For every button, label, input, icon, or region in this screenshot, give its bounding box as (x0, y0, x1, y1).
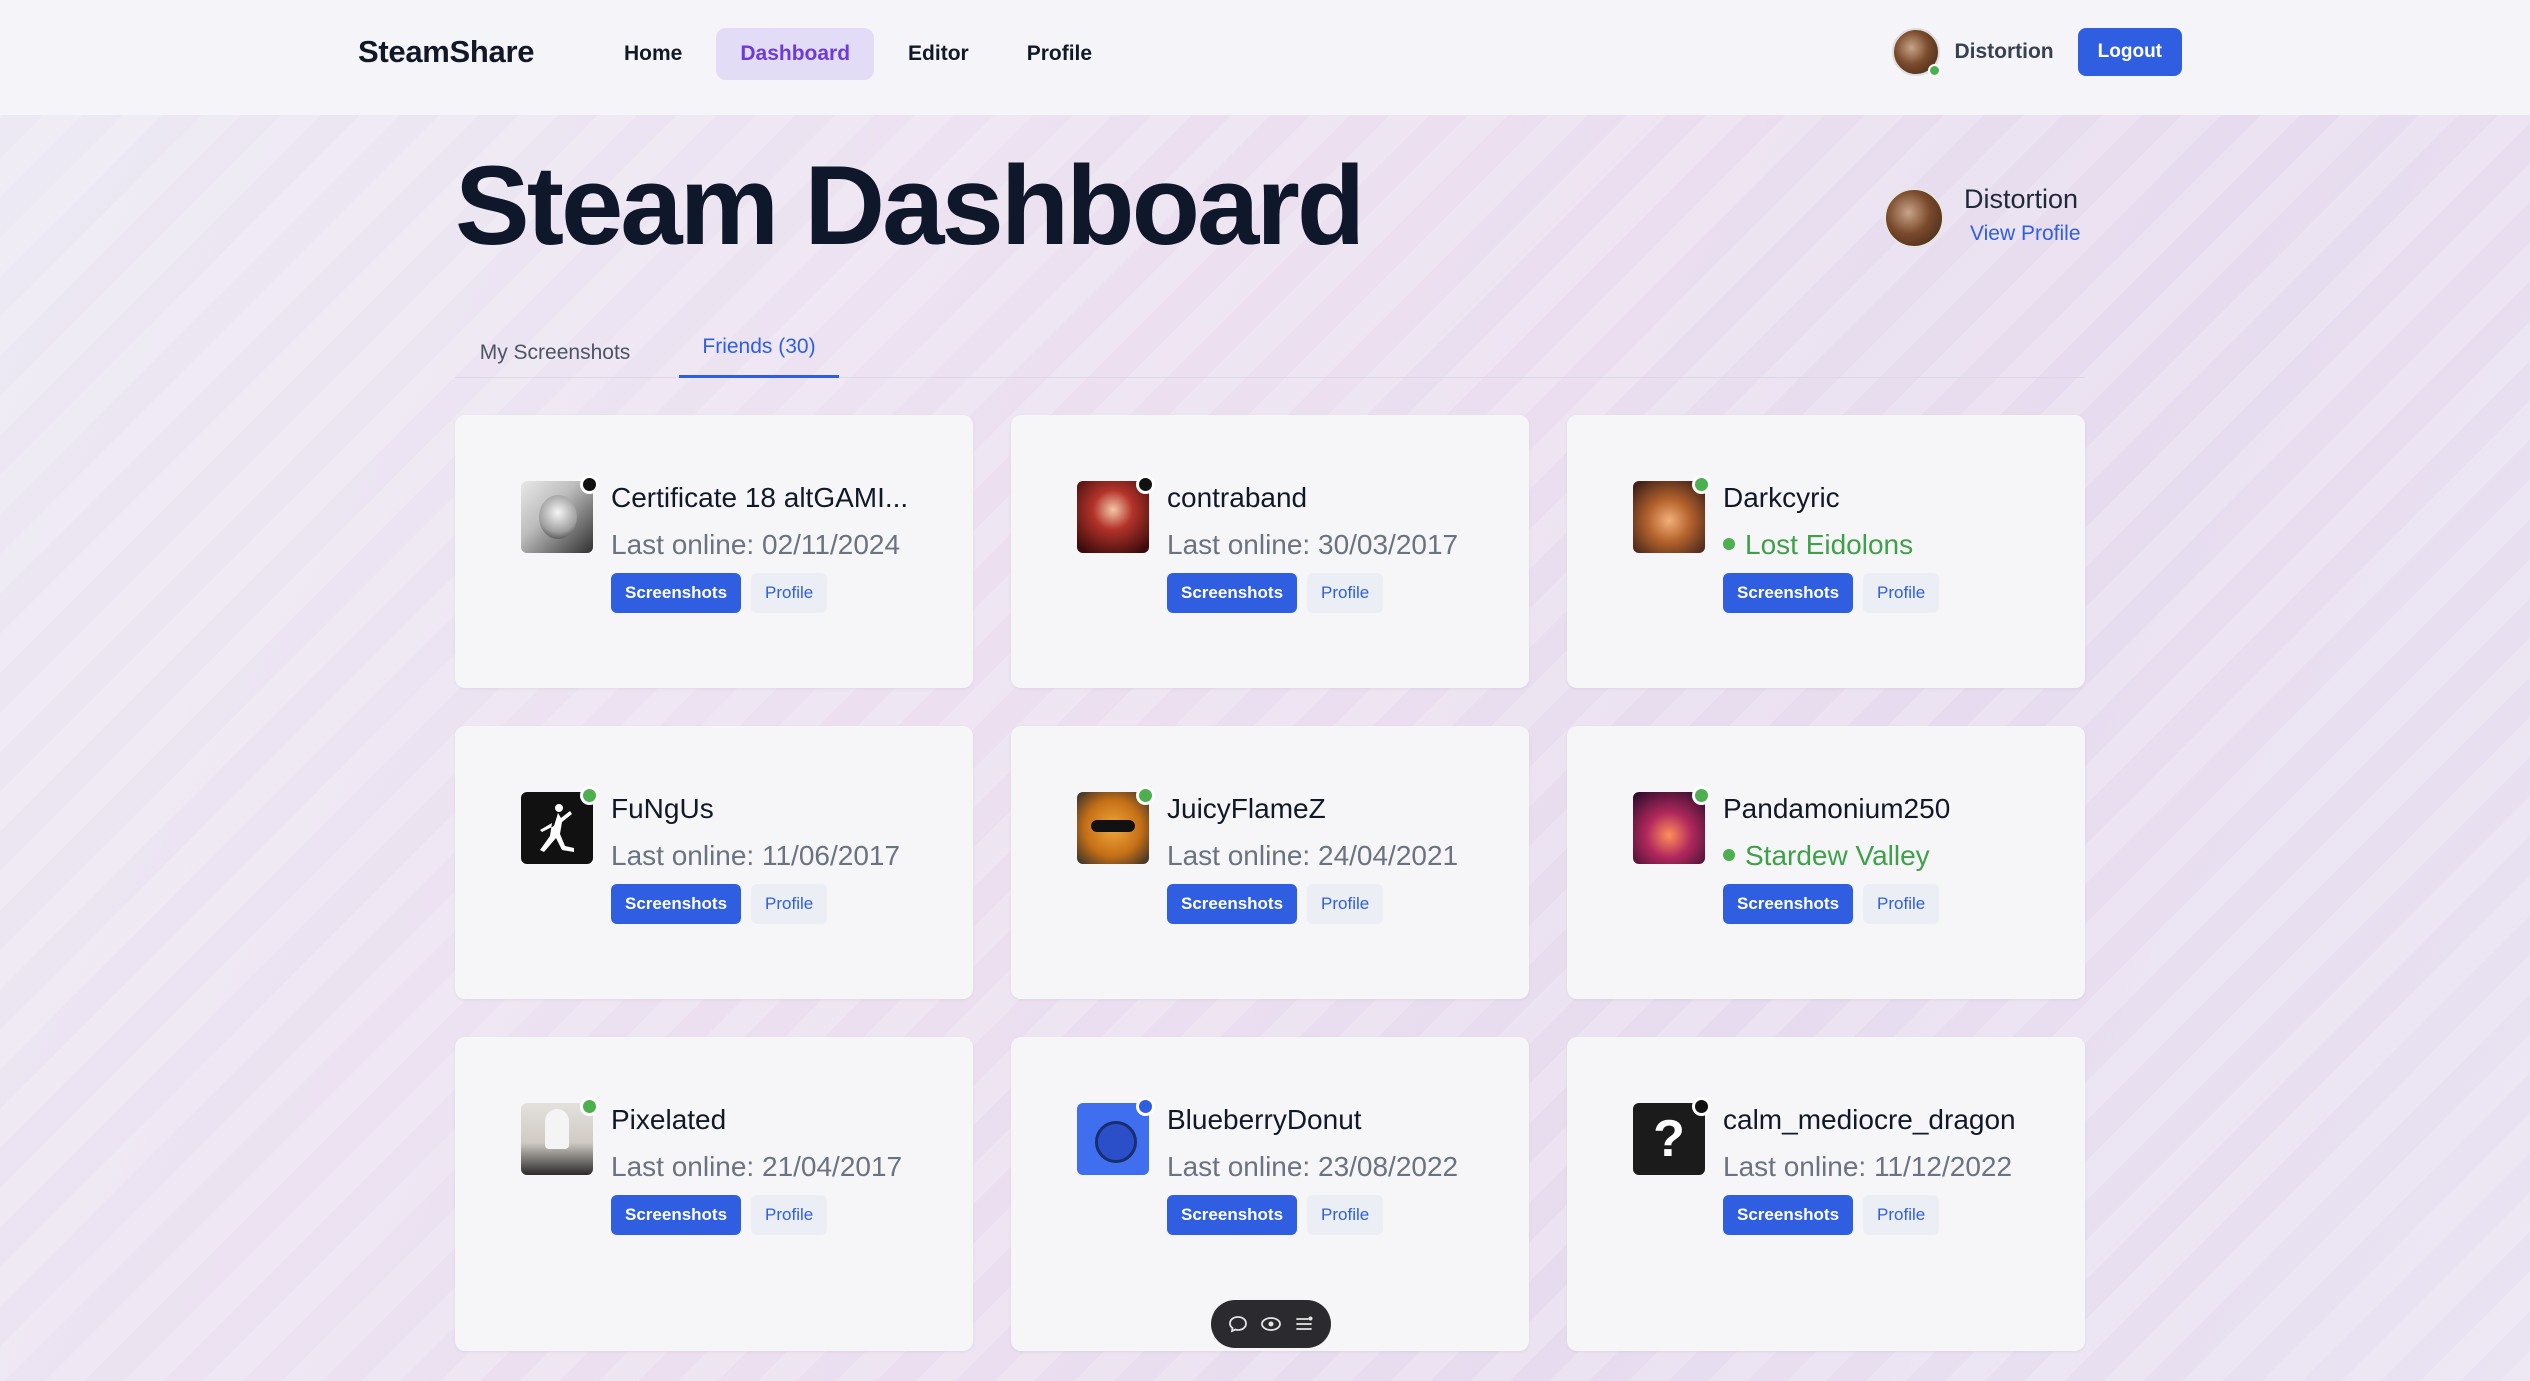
profile-summary: Distortion View Profile (1884, 182, 2081, 248)
tab-friends[interactable]: Friends (30) (679, 323, 839, 378)
screenshots-button[interactable]: Screenshots (611, 884, 742, 924)
friend-name: Pixelated (611, 1104, 727, 1135)
friend-last-online: Last online: 24/04/2021 (1167, 840, 1459, 871)
screenshots-button[interactable]: Screenshots (1723, 573, 1854, 613)
avatar: ? (1633, 1103, 1705, 1175)
profile-button[interactable]: Profile (751, 1195, 828, 1235)
screenshots-button[interactable]: Screenshots (1723, 884, 1854, 924)
profile-button[interactable]: Profile (1863, 1195, 1940, 1235)
friend-avatar[interactable] (1077, 475, 1155, 553)
friend-card: Darkcyric Lost Eidolons Screenshots Prof… (1567, 415, 2085, 688)
friend-card: FuNgUs Last online: 11/06/2017 Screensho… (455, 726, 973, 999)
avatar (1077, 481, 1149, 553)
avatar (1633, 481, 1705, 553)
friend-avatar[interactable] (521, 475, 599, 553)
profile-button[interactable]: Profile (1863, 573, 1940, 613)
avatar (1633, 792, 1705, 864)
dashboard-tabs: My Screenshots Friends (30) (455, 323, 2085, 378)
friend-avatar[interactable] (1077, 1097, 1155, 1175)
friend-name: Certificate 18 altGAMI... (611, 482, 909, 513)
offline-status-dot (1692, 1097, 1711, 1116)
friend-avatar[interactable] (1633, 475, 1711, 553)
friend-last-online: Last online: 11/12/2022 (1723, 1151, 2013, 1182)
avatar (1077, 792, 1149, 864)
friend-card: Certificate 18 altGAMI... Last online: 0… (455, 415, 973, 688)
brand-logo[interactable]: SteamShare (358, 34, 535, 70)
profile-avatar[interactable] (1884, 188, 1944, 248)
offline-status-dot (1136, 475, 1155, 494)
friend-card: Pandamonium250 Stardew Valley Screenshot… (1567, 726, 2085, 999)
friend-avatar[interactable]: ? (1633, 1097, 1711, 1175)
online-status-dot (580, 1097, 599, 1116)
friend-name: Pandamonium250 (1723, 793, 1951, 824)
jumpman-icon (540, 804, 574, 852)
profile-button[interactable]: Profile (751, 884, 828, 924)
profile-button[interactable]: Profile (751, 573, 828, 613)
profile-button[interactable]: Profile (1307, 1195, 1384, 1235)
eye-icon[interactable] (1258, 1311, 1284, 1337)
friend-last-online: Last online: 30/03/2017 (1167, 529, 1459, 560)
screenshots-button[interactable]: Screenshots (1167, 573, 1298, 613)
avatar (521, 481, 593, 553)
friend-last-online: Last online: 02/11/2024 (611, 529, 901, 560)
profile-button[interactable]: Profile (1863, 884, 1940, 924)
status-dot (1136, 1097, 1155, 1116)
avatar (1077, 1103, 1149, 1175)
nav-user-area: Distortion Logout (1892, 28, 2182, 77)
nav-link-home[interactable]: Home (600, 28, 706, 80)
profile-name: Distortion (1964, 184, 2079, 214)
nav-link-profile[interactable]: Profile (1003, 28, 1116, 80)
friend-card: JuicyFlameZ Last online: 24/04/2021 Scre… (1011, 726, 1529, 999)
nav-avatar[interactable] (1892, 28, 1942, 77)
question-mark-icon: ? (1653, 1110, 1685, 1168)
top-navbar: SteamShare Home Dashboard Editor Profile… (0, 0, 2530, 115)
menu-lines-icon[interactable] (1291, 1311, 1317, 1337)
friend-name: contraband (1167, 482, 1308, 513)
nav-link-editor[interactable]: Editor (884, 28, 993, 80)
screenshots-button[interactable]: Screenshots (611, 1195, 742, 1235)
online-status-dot (1928, 64, 1942, 77)
page-title: Steam Dashboard (455, 143, 1365, 268)
tab-my-screenshots[interactable]: My Screenshots (455, 323, 655, 378)
friend-last-online: Last online: 23/08/2022 (1167, 1151, 1459, 1182)
online-status-dot (1692, 475, 1711, 494)
screenshots-button[interactable]: Screenshots (1723, 1195, 1854, 1235)
screenshots-button[interactable]: Screenshots (1167, 884, 1298, 924)
nav-links: Home Dashboard Editor Profile (600, 28, 1116, 80)
friend-card: Pixelated Last online: 21/04/2017 Screen… (455, 1037, 973, 1351)
friend-name: FuNgUs (611, 793, 714, 824)
logout-button[interactable]: Logout (2077, 28, 2182, 76)
online-status-dot (1692, 786, 1711, 805)
avatar (521, 1103, 593, 1175)
online-status-dot (1136, 786, 1155, 805)
nav-username: Distortion (1954, 40, 2054, 63)
friend-card: contraband Last online: 30/03/2017 Scree… (1011, 415, 1529, 688)
chat-bubble-icon[interactable] (1225, 1311, 1251, 1337)
friend-name: calm_mediocre_dragon (1723, 1104, 2016, 1135)
friend-avatar[interactable] (1633, 786, 1711, 864)
friend-last-online: Last online: 21/04/2017 (611, 1151, 903, 1182)
view-profile-link[interactable]: View Profile (1970, 222, 2081, 246)
friend-name: Darkcyric (1723, 482, 1840, 513)
nav-link-dashboard[interactable]: Dashboard (716, 28, 875, 80)
offline-status-dot (580, 475, 599, 494)
friend-current-game: Lost Eidolons (1723, 525, 2063, 565)
screenshots-button[interactable]: Screenshots (611, 573, 742, 613)
friend-name: JuicyFlameZ (1167, 793, 1326, 824)
avatar (521, 792, 593, 864)
friend-card: ? calm_mediocre_dragon Last online: 11/1… (1567, 1037, 2085, 1351)
floating-toolbar (1211, 1300, 1331, 1348)
friend-avatar[interactable] (521, 786, 599, 864)
profile-button[interactable]: Profile (1307, 573, 1384, 613)
profile-button[interactable]: Profile (1307, 884, 1384, 924)
online-status-dot (580, 786, 599, 805)
friend-avatar[interactable] (521, 1097, 599, 1175)
friend-last-online: Last online: 11/06/2017 (611, 840, 901, 871)
friend-name: BlueberryDonut (1167, 1104, 1362, 1135)
friend-current-game: Stardew Valley (1723, 836, 2063, 876)
friend-avatar[interactable] (1077, 786, 1155, 864)
screenshots-button[interactable]: Screenshots (1167, 1195, 1298, 1235)
